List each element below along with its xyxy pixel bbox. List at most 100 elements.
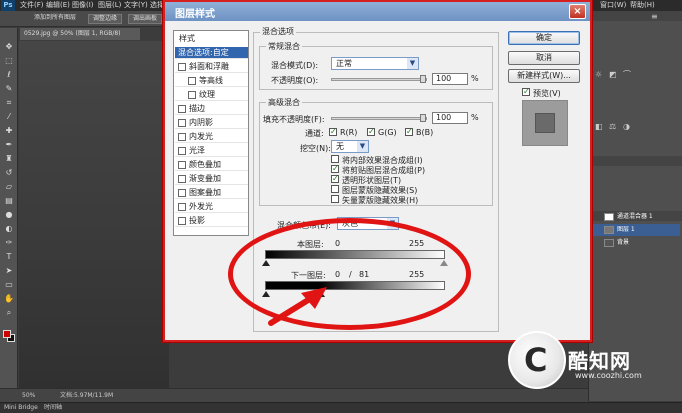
refine-edge-button[interactable]: 调整边缘 — [88, 14, 123, 24]
lasso-tool-icon[interactable]: ℓ — [4, 70, 14, 80]
pen-tool-icon[interactable]: ✑ — [4, 238, 14, 248]
fill-opacity-slider[interactable] — [331, 114, 427, 122]
path-select-tool-icon[interactable]: ➤ — [4, 266, 14, 276]
history-brush-tool-icon[interactable]: ↺ — [4, 168, 14, 178]
checkbox[interactable] — [178, 62, 186, 71]
menu-image[interactable]: 图像(I) — [72, 0, 94, 11]
blur-tool-icon[interactable]: ● — [4, 210, 14, 220]
crop-tool-icon[interactable]: ⌗ — [4, 98, 14, 108]
menu-help[interactable]: 帮助(H) — [630, 0, 655, 11]
channel-b-checkbox[interactable]: ✓ — [405, 128, 413, 136]
channel-r-checkbox[interactable]: ✓ — [329, 128, 337, 136]
new-style-button[interactable]: 新建样式(W)... — [508, 69, 580, 83]
checkbox[interactable] — [178, 202, 186, 211]
panel-menu-icon[interactable]: ≡ — [651, 13, 659, 21]
checkbox[interactable] — [188, 90, 196, 99]
document-canvas[interactable] — [19, 41, 169, 391]
marquee-tool-icon[interactable]: ⬚ — [4, 56, 14, 66]
blend-clipped-checkbox[interactable]: ✓ — [331, 165, 339, 173]
dialog-titlebar[interactable]: 图层样式 × — [165, 2, 590, 21]
quick-select-tool-icon[interactable]: ✎ — [4, 84, 14, 94]
style-item-texture[interactable]: 纹理 — [175, 89, 248, 101]
document-tab[interactable]: 0529.jpg @ 50% (图层 1, RGB/8) — [20, 28, 140, 40]
style-item-drop-shadow[interactable]: 投影 — [175, 215, 248, 227]
menu-type[interactable]: 文字(Y) — [124, 0, 148, 11]
watermark-url: www.coozhi.com — [575, 371, 642, 380]
fill-opacity-slider-handle[interactable] — [420, 114, 426, 122]
close-icon[interactable]: × — [569, 4, 586, 19]
tab-mini-bridge[interactable]: Mini Bridge — [4, 403, 38, 413]
blend-mode-select[interactable]: 正常 ▼ — [331, 57, 419, 70]
zoom-level[interactable]: 50% — [22, 389, 35, 402]
layer-name: 图层 1 — [617, 226, 635, 233]
opacity-slider[interactable] — [331, 75, 427, 83]
checkbox[interactable] — [178, 188, 186, 197]
layer-row[interactable]: 背景 — [592, 237, 680, 249]
checkbox[interactable] — [178, 132, 186, 141]
style-item-blending-options[interactable]: 混合选项:自定 — [175, 47, 248, 59]
style-item-gradient-overlay[interactable]: 渐变叠加 — [175, 173, 248, 185]
checkbox[interactable] — [178, 146, 186, 155]
fill-opacity-input[interactable]: 100 — [432, 112, 468, 124]
cancel-button[interactable]: 取消 — [508, 51, 580, 65]
style-item-pattern-overlay[interactable]: 图案叠加 — [175, 187, 248, 199]
adjust-icon[interactable]: ☼ — [595, 71, 603, 79]
stamp-tool-icon[interactable]: ♜ — [4, 154, 14, 164]
transparency-shapes-checkbox[interactable]: ✓ — [331, 175, 339, 183]
opacity-input[interactable]: 100 — [432, 73, 468, 85]
hand-tool-icon[interactable]: ✋ — [4, 294, 14, 304]
hsl-icon[interactable]: ◧ — [595, 123, 603, 131]
menu-file[interactable]: 文件(F) — [20, 0, 44, 11]
layer-name: 背景 — [617, 239, 630, 246]
checkbox[interactable] — [178, 118, 186, 127]
channel-g-checkbox[interactable]: ✓ — [367, 128, 375, 136]
balance-icon[interactable]: ⚖ — [609, 123, 617, 131]
tab-timeline[interactable]: 时间轴 — [44, 403, 62, 413]
watermark-text: 酷知网 — [568, 349, 631, 373]
type-tool-icon[interactable]: T — [4, 252, 14, 262]
brush-tool-icon[interactable]: ✒ — [4, 140, 14, 150]
style-item-color-overlay[interactable]: 颜色叠加 — [175, 159, 248, 171]
checkbox[interactable] — [178, 216, 186, 225]
menu-layer[interactable]: 图层(L) — [98, 0, 121, 11]
style-item-stroke[interactable]: 描边 — [175, 103, 248, 115]
layer-row-selected[interactable]: 图层 1 — [592, 224, 680, 236]
zoom-tool-icon[interactable]: ⌕ — [4, 308, 14, 318]
checkbox[interactable] — [178, 174, 186, 183]
foreground-color-swatch[interactable] — [3, 330, 11, 338]
eyedropper-tool-icon[interactable]: ⁄ — [4, 112, 14, 122]
styles-header[interactable]: 样式 — [176, 33, 248, 45]
style-item-bevel[interactable]: 斜面和浮雕 — [175, 61, 248, 73]
style-item-inner-glow[interactable]: 内发光 — [175, 131, 248, 143]
eraser-tool-icon[interactable]: ▱ — [4, 182, 14, 192]
layer-row[interactable]: 通道混合器 1 — [592, 211, 680, 223]
checkbox[interactable] — [178, 160, 186, 169]
menu-window[interactable]: 窗口(W) — [600, 0, 626, 11]
style-item-satin[interactable]: 光泽 — [175, 145, 248, 157]
style-item-contour[interactable]: 等高线 — [175, 75, 248, 87]
menu-edit[interactable]: 编辑(E) — [46, 0, 70, 11]
fill-opacity-percent: % — [471, 113, 479, 122]
opacity-slider-handle[interactable] — [420, 75, 426, 83]
blend-interior-checkbox[interactable] — [331, 155, 339, 163]
move-tool-icon[interactable]: ✥ — [4, 42, 14, 52]
levels-icon[interactable]: ◩ — [609, 71, 617, 79]
style-item-inner-shadow[interactable]: 内阴影 — [175, 117, 248, 129]
healing-tool-icon[interactable]: ✚ — [4, 126, 14, 136]
logo-letter: C — [524, 341, 548, 379]
checkbox[interactable] — [188, 76, 196, 85]
sample-all-layers-label[interactable]: 添加到所有图层 — [30, 14, 80, 24]
artboard-button[interactable]: 调出画板 — [128, 14, 163, 24]
ok-button[interactable]: 确定 — [508, 31, 580, 45]
checkbox[interactable] — [178, 104, 186, 113]
gradient-tool-icon[interactable]: ▤ — [4, 196, 14, 206]
style-item-outer-glow[interactable]: 外发光 — [175, 201, 248, 213]
shape-tool-icon[interactable]: ▭ — [4, 280, 14, 290]
preview-checkbox[interactable]: ✓ — [522, 88, 530, 96]
curves-icon[interactable]: ⌒ — [623, 71, 631, 79]
vector-mask-hides-checkbox[interactable] — [331, 195, 339, 203]
layer-mask-hides-checkbox[interactable] — [331, 185, 339, 193]
knockout-select[interactable]: 无 ▼ — [331, 140, 369, 153]
bw-icon[interactable]: ◑ — [623, 123, 631, 131]
dodge-tool-icon[interactable]: ◐ — [4, 224, 14, 234]
